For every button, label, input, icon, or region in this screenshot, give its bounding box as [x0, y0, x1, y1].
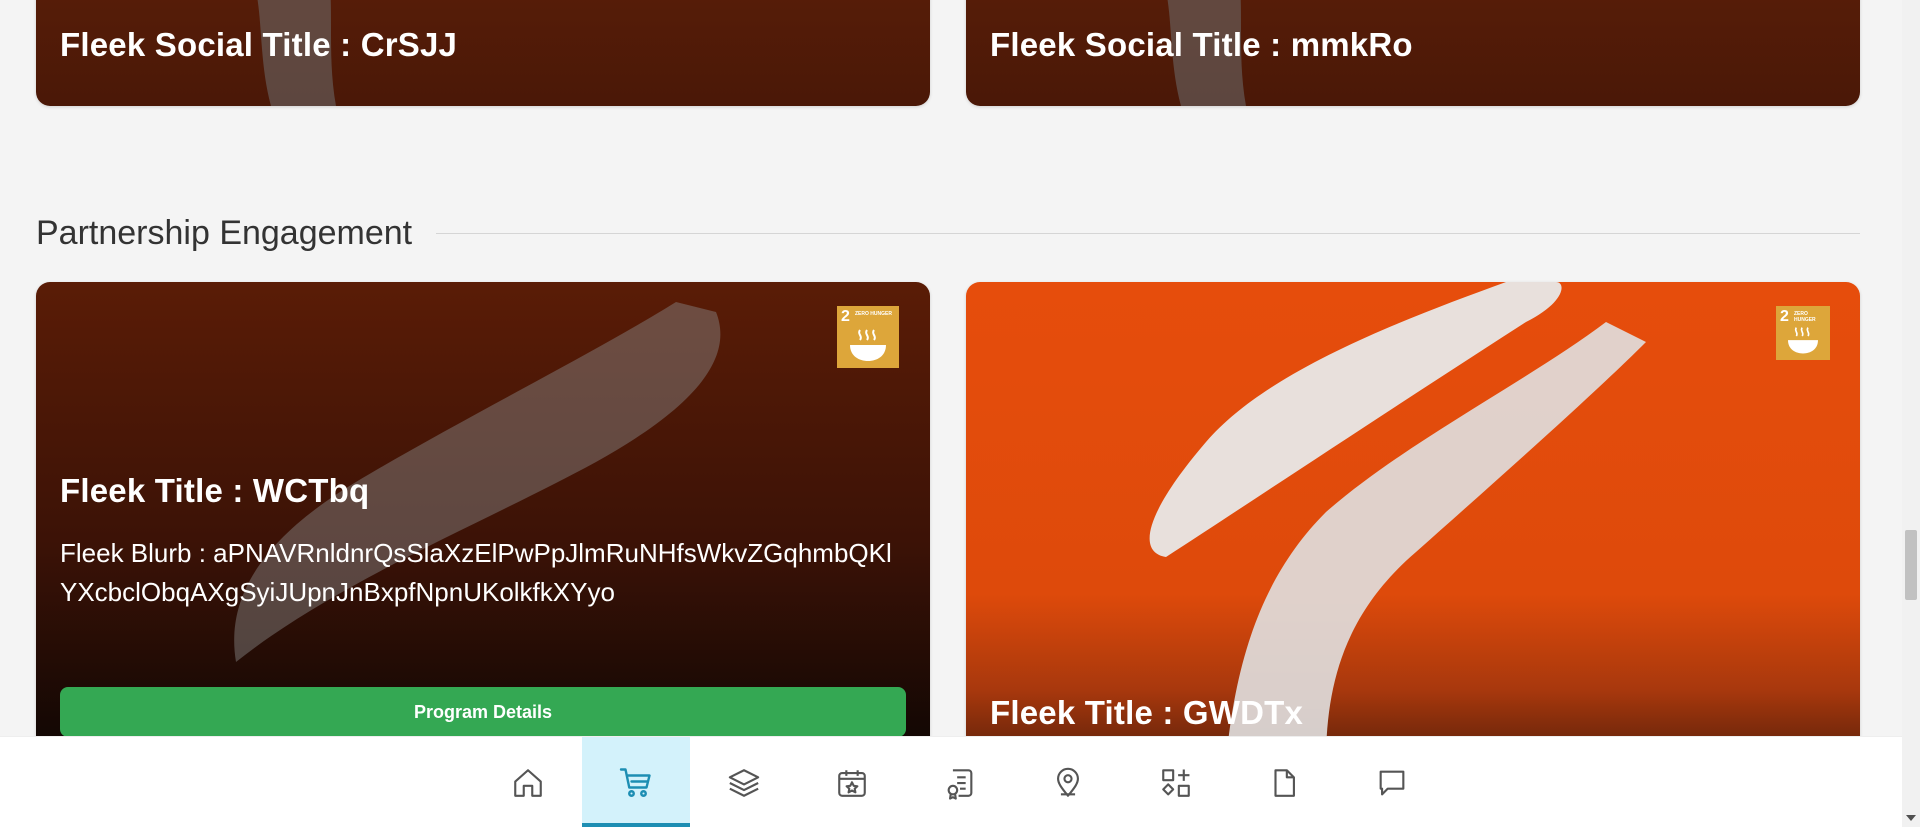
nav-item-messages[interactable] [1338, 737, 1446, 827]
program-card[interactable]: 2 ZERO HUNGER Fleek Title : WCTbq Fleek … [36, 282, 930, 762]
vertical-scrollbar[interactable] [1902, 0, 1920, 827]
nav-item-certificate[interactable] [906, 737, 1014, 827]
nav-item-document[interactable] [1230, 737, 1338, 827]
social-card[interactable]: Fleek Social Title : mmkRo [966, 0, 1860, 106]
certificate-icon [947, 768, 973, 800]
nav-item-location[interactable] [1014, 737, 1122, 827]
card-title: Fleek Title : WCTbq [60, 472, 370, 509]
sdg-number: 2 [1780, 308, 1789, 325]
scrollbar-thumb[interactable] [1905, 530, 1917, 600]
social-card[interactable]: Fleek Social Title : CrSJJ [36, 0, 930, 106]
bowl-icon [1788, 327, 1818, 354]
section-header: Partnership Engagement [36, 210, 1860, 256]
nav-item-calendar[interactable] [798, 737, 906, 827]
program-details-button[interactable]: Program Details [60, 687, 906, 737]
sdg-badge: 2 ZERO HUNGER [837, 306, 899, 368]
cart-icon [619, 767, 651, 797]
section-title: Partnership Engagement [36, 213, 413, 252]
card-title: Fleek Social Title : CrSJJ [60, 26, 458, 63]
chat-icon [1379, 770, 1405, 795]
sdg-text: ZERO HUNGER [1794, 311, 1816, 323]
layers-icon [728, 768, 760, 797]
nav-item-cart[interactable] [582, 737, 690, 827]
shapes-icon [1162, 768, 1190, 797]
home-icon [514, 768, 542, 797]
map-pin-icon [1057, 767, 1079, 797]
sdg-text: ZERO HUNGER [855, 311, 892, 317]
document-icon [1274, 768, 1295, 797]
page: Fleek Social Title : CrSJJ Fleek Social … [0, 0, 1920, 827]
bowl-icon [850, 329, 886, 361]
program-card[interactable]: 2 ZERO HUNGER Fleek Title : GWDTx [966, 282, 1860, 762]
nav-item-apps[interactable] [1122, 737, 1230, 827]
calendar-star-icon [838, 769, 866, 797]
sdg-badge: 2 ZERO HUNGER [1776, 306, 1830, 360]
sdg-number: 2 [841, 308, 850, 325]
card-title: Fleek Title : GWDTx [990, 694, 1304, 731]
card-blurb: Fleek Blurb : aPNAVRnldnrQsSlaXzElPwPpJl… [60, 538, 892, 607]
bottom-nav [0, 736, 1920, 827]
card-background-image [1149, 282, 1646, 762]
scroll-down-arrow-icon[interactable] [1906, 815, 1916, 821]
nav-item-layers[interactable] [690, 737, 798, 827]
section-divider [436, 232, 1860, 234]
nav-item-home[interactable] [474, 737, 582, 827]
card-title: Fleek Social Title : mmkRo [990, 26, 1413, 63]
